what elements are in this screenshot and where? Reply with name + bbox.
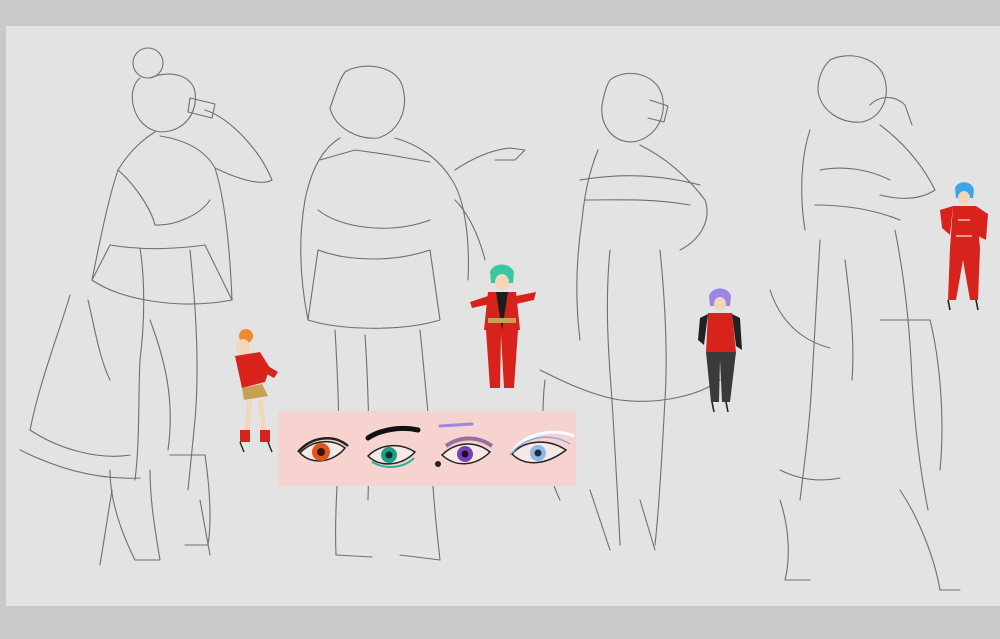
concept-sheet [0,0,1000,639]
artwork-canvas [0,0,1000,639]
